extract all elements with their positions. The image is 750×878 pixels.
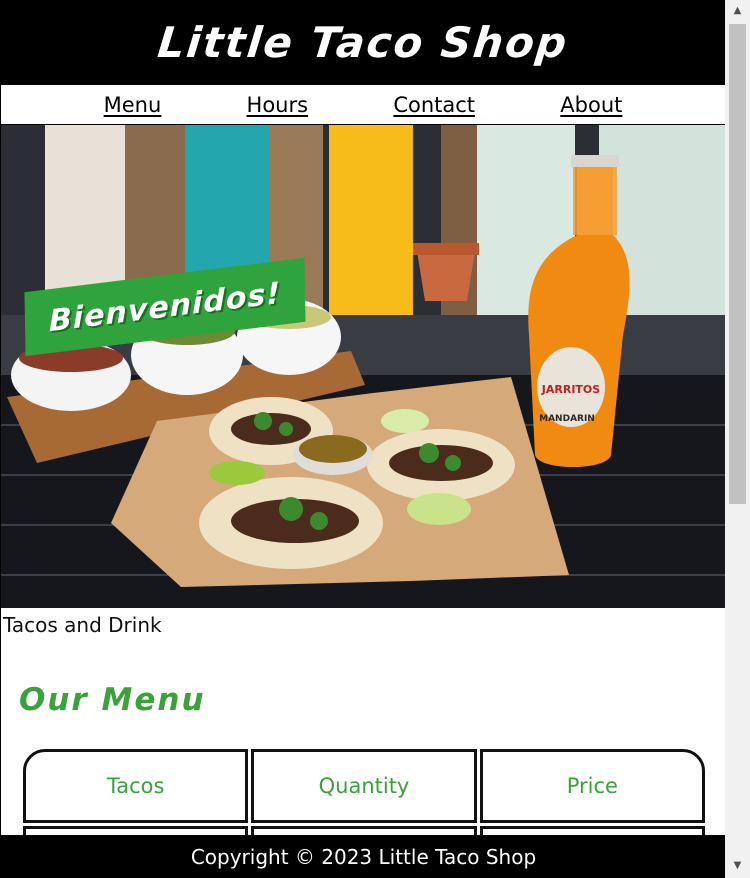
site-title: Little Taco Shop [155, 18, 571, 67]
bottle-brand-label: JARRITOS [541, 383, 600, 396]
menu-column-quantity: Quantity [251, 749, 477, 823]
site-header: Little Taco Shop [1, 0, 725, 85]
nav-link-about[interactable]: About [560, 93, 622, 117]
nav-link-contact[interactable]: Contact [393, 93, 475, 117]
page: Little Taco Shop Menu Hours Contact Abou… [0, 0, 725, 878]
vertical-scrollbar[interactable]: ▲ ▼ [725, 0, 750, 878]
nav-link-hours[interactable]: Hours [247, 93, 309, 117]
site-footer: Copyright © 2023 Little Taco Shop [1, 835, 725, 878]
scroll-down-icon[interactable]: ▼ [725, 857, 750, 874]
hero-image: JARRITOS MANDARIN Bienvenidos! [1, 125, 725, 608]
scroll-up-icon[interactable]: ▲ [725, 2, 750, 19]
copyright-text: Copyright © 2023 Little Taco Shop [190, 844, 537, 869]
bottle-flavor-label: MANDARIN [539, 414, 595, 424]
tacos-photo: JARRITOS MANDARIN [1, 125, 725, 608]
main-nav: Menu Hours Contact About [1, 85, 725, 125]
menu-table-header-row: Tacos Quantity Price [23, 749, 705, 823]
menu-heading: Our Menu [19, 682, 206, 718]
nav-link-menu[interactable]: Menu [104, 93, 162, 117]
menu-column-tacos: Tacos [23, 749, 249, 823]
scroll-thumb[interactable] [729, 24, 746, 504]
hero-caption: Tacos and Drink [3, 613, 162, 637]
menu-column-price: Price [479, 749, 705, 823]
